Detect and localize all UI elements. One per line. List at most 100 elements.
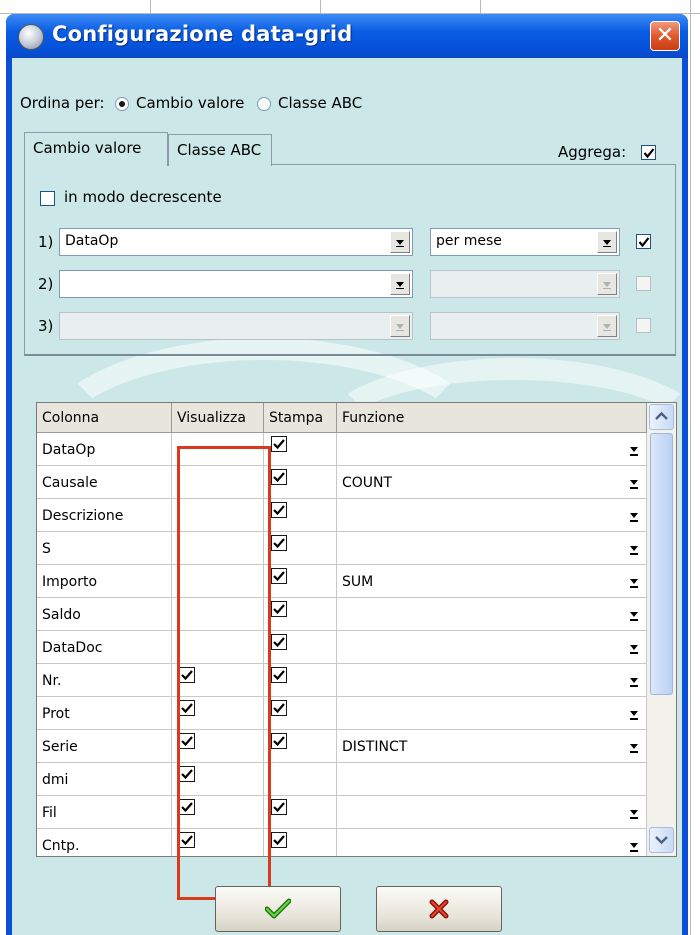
cell-funzione[interactable] — [337, 631, 647, 664]
sort-row-checkbox-3[interactable] — [636, 318, 651, 333]
scroll-thumb[interactable] — [650, 433, 673, 695]
cell-visualizza[interactable] — [172, 763, 264, 796]
chevron-down-icon[interactable] — [626, 575, 643, 593]
cell-stampa[interactable] — [264, 697, 337, 730]
tab-cambio-valore[interactable]: Cambio valore — [24, 132, 168, 166]
cell-stampa[interactable] — [264, 631, 337, 664]
stampa-checkbox[interactable] — [271, 502, 289, 520]
grouping-select-3[interactable] — [430, 312, 620, 340]
descending-checkbox[interactable] — [40, 191, 55, 206]
red-x-icon — [429, 899, 449, 919]
chevron-down-icon[interactable] — [626, 476, 643, 494]
stampa-checkbox[interactable] — [271, 568, 289, 586]
visualizza-checkbox[interactable] — [179, 766, 197, 784]
cell-visualizza[interactable] — [172, 598, 264, 631]
chevron-down-icon[interactable] — [626, 740, 643, 758]
cell-stampa[interactable] — [264, 565, 337, 598]
cell-visualizza[interactable] — [172, 664, 264, 697]
sort-field-select-3[interactable] — [59, 312, 413, 340]
cell-stampa[interactable] — [264, 730, 337, 763]
stampa-checkbox[interactable] — [271, 799, 289, 817]
visualizza-checkbox[interactable] — [179, 667, 197, 685]
stampa-checkbox[interactable] — [271, 535, 289, 553]
cell-funzione[interactable] — [337, 829, 647, 856]
scroll-up-button[interactable] — [649, 404, 674, 430]
stampa-checkbox[interactable] — [271, 667, 289, 685]
chevron-down-icon[interactable] — [626, 707, 643, 725]
cell-visualizza[interactable] — [172, 829, 264, 856]
cell-stampa[interactable] — [264, 763, 337, 796]
cell-visualizza[interactable] — [172, 730, 264, 763]
stampa-checkbox[interactable] — [271, 832, 289, 850]
chevron-down-icon[interactable] — [626, 608, 643, 626]
function-value: SUM — [342, 574, 374, 590]
stampa-checkbox[interactable] — [271, 700, 289, 718]
cell-visualizza[interactable] — [172, 697, 264, 730]
chevron-down-icon[interactable] — [626, 542, 643, 560]
sort-row-checkbox-1[interactable] — [636, 234, 651, 249]
stampa-checkbox[interactable] — [271, 733, 289, 751]
cell-funzione[interactable] — [337, 532, 647, 565]
aggregate-checkbox[interactable] — [641, 145, 656, 160]
cell-stampa[interactable] — [264, 433, 337, 466]
cell-stampa[interactable] — [264, 499, 337, 532]
cell-stampa[interactable] — [264, 664, 337, 697]
stampa-checkbox[interactable] — [271, 436, 289, 454]
cancel-button[interactable] — [376, 886, 502, 932]
cell-funzione[interactable] — [337, 796, 647, 829]
cell-visualizza[interactable] — [172, 796, 264, 829]
column-header-stampa[interactable]: Stampa — [264, 403, 337, 433]
sort-field-select-2[interactable] — [59, 270, 413, 298]
ok-button[interactable] — [215, 886, 341, 932]
scroll-down-button[interactable] — [649, 827, 674, 853]
visualizza-checkbox[interactable] — [179, 799, 197, 817]
sort-row-checkbox-2[interactable] — [636, 276, 651, 291]
table-row: Serie DISTINCT — [37, 730, 647, 763]
aggregate-label: Aggrega: — [558, 143, 627, 161]
radio-classe-abc[interactable] — [257, 97, 271, 111]
visualizza-checkbox[interactable] — [179, 733, 197, 751]
sort-field-select-1[interactable]: DataOp — [59, 228, 413, 256]
column-header-visualizza[interactable]: Visualizza — [172, 403, 264, 433]
grouping-select-2[interactable] — [430, 270, 620, 298]
chevron-down-icon[interactable] — [626, 443, 643, 461]
cell-visualizza[interactable] — [172, 532, 264, 565]
cell-funzione[interactable] — [337, 763, 647, 796]
cell-funzione[interactable]: DISTINCT — [337, 730, 647, 763]
cell-funzione[interactable]: COUNT — [337, 466, 647, 499]
grouping-select-1[interactable]: per mese — [430, 228, 620, 256]
cell-stampa[interactable] — [264, 466, 337, 499]
stampa-checkbox[interactable] — [271, 634, 289, 652]
vertical-scrollbar[interactable] — [647, 403, 676, 856]
cell-stampa[interactable] — [264, 598, 337, 631]
close-button[interactable]: ✕ — [650, 21, 680, 51]
radio-cambio-valore[interactable] — [115, 97, 129, 111]
chevron-down-icon[interactable] — [626, 839, 643, 856]
chevron-down-icon[interactable] — [626, 641, 643, 659]
cell-stampa[interactable] — [264, 829, 337, 856]
cell-funzione[interactable] — [337, 433, 647, 466]
column-header-colonna[interactable]: Colonna — [37, 403, 172, 433]
cell-colonna: Serie — [37, 730, 172, 763]
cell-funzione[interactable] — [337, 598, 647, 631]
visualizza-checkbox[interactable] — [179, 832, 197, 850]
cell-visualizza[interactable] — [172, 631, 264, 664]
cell-visualizza[interactable] — [172, 499, 264, 532]
cell-visualizza[interactable] — [172, 565, 264, 598]
cell-funzione[interactable] — [337, 499, 647, 532]
cell-visualizza[interactable] — [172, 433, 264, 466]
visualizza-checkbox[interactable] — [179, 700, 197, 718]
column-header-funzione[interactable]: Funzione — [337, 403, 647, 433]
cell-funzione[interactable]: SUM — [337, 565, 647, 598]
cell-funzione[interactable] — [337, 697, 647, 730]
stampa-checkbox[interactable] — [271, 601, 289, 619]
chevron-down-icon[interactable] — [626, 806, 643, 824]
tab-classe-abc[interactable]: Classe ABC — [168, 134, 272, 166]
cell-visualizza[interactable] — [172, 466, 264, 499]
chevron-down-icon[interactable] — [626, 509, 643, 527]
stampa-checkbox[interactable] — [271, 469, 289, 487]
cell-stampa[interactable] — [264, 796, 337, 829]
chevron-down-icon[interactable] — [626, 674, 643, 692]
cell-funzione[interactable] — [337, 664, 647, 697]
cell-stampa[interactable] — [264, 532, 337, 565]
